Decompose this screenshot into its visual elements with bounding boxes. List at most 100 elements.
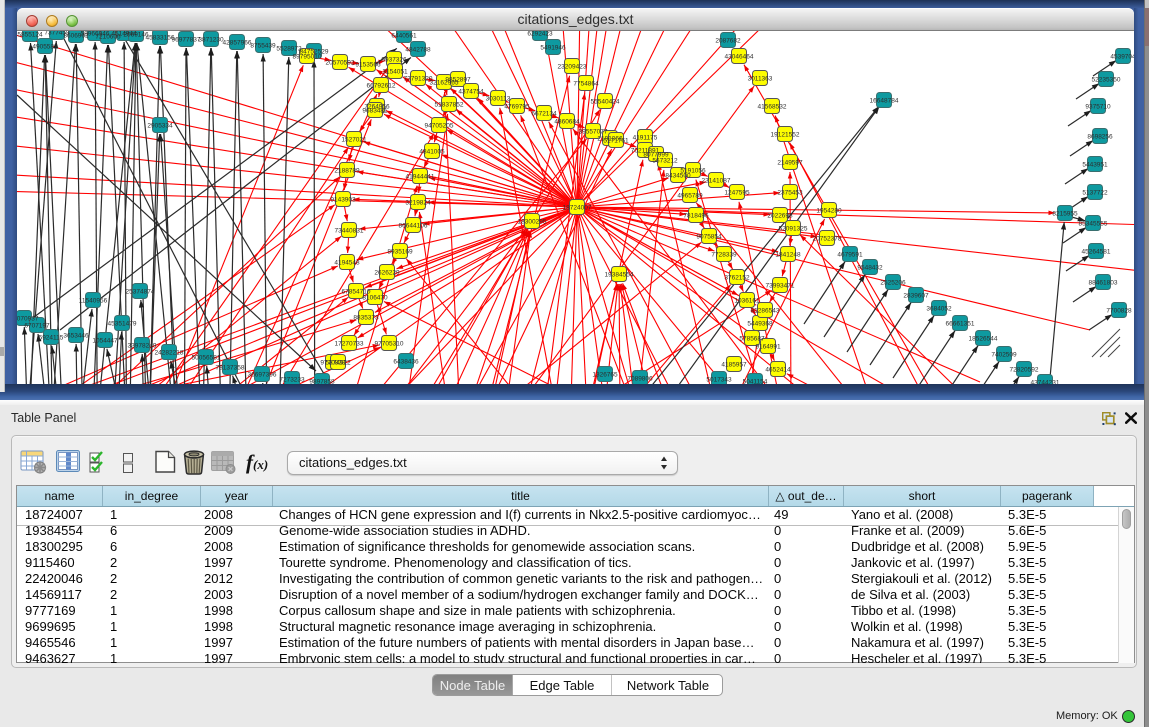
svg-text:9375710: 9375710 <box>1085 104 1111 111</box>
svg-text:41568532: 41568532 <box>758 104 787 111</box>
svg-text:9897858: 9897858 <box>309 379 335 385</box>
svg-text:5017343: 5017343 <box>706 377 732 384</box>
svg-text:4905582: 4905582 <box>32 44 58 51</box>
svg-text:43046464: 43046464 <box>725 54 754 61</box>
svg-text:42857966: 42857966 <box>223 40 252 47</box>
svg-text:5374922: 5374922 <box>325 360 351 367</box>
svg-text:2188789: 2188789 <box>334 168 360 175</box>
svg-text:7273233: 7273233 <box>279 377 305 384</box>
svg-text:4842788: 4842788 <box>405 47 431 54</box>
svg-text:20752378: 20752378 <box>813 236 842 243</box>
svg-text:45833156: 45833156 <box>146 35 175 42</box>
svg-text:82070937: 82070937 <box>17 316 39 323</box>
svg-text:3871230: 3871230 <box>198 37 224 44</box>
svg-text:18300295: 18300295 <box>518 219 547 226</box>
svg-text:45351479: 45351479 <box>108 321 137 328</box>
svg-text:9164991: 9164991 <box>755 344 781 351</box>
svg-text:7700828: 7700828 <box>1106 308 1132 315</box>
svg-text:23141087: 23141087 <box>702 178 731 185</box>
svg-text:9683481: 9683481 <box>362 108 388 115</box>
svg-text:7818496: 7818496 <box>683 213 709 220</box>
svg-text:4769795: 4769795 <box>504 104 530 111</box>
svg-text:78137358: 78137358 <box>216 365 245 372</box>
svg-text:5785687: 5785687 <box>739 336 765 343</box>
svg-text:1527021: 1527021 <box>341 137 367 144</box>
svg-text:33978249: 33978249 <box>128 343 157 350</box>
svg-text:4539704: 4539704 <box>1110 54 1134 61</box>
svg-text:5041154: 5041154 <box>743 379 768 385</box>
svg-text:72820592: 72820592 <box>1010 367 1039 374</box>
svg-text:4841005: 4841005 <box>419 149 445 156</box>
svg-text:6707197: 6707197 <box>24 323 50 330</box>
svg-text:25374874: 25374874 <box>126 289 155 296</box>
svg-text:5449368: 5449368 <box>747 321 773 328</box>
svg-text:51837852: 51837852 <box>435 102 464 109</box>
svg-text:4374754: 4374754 <box>458 89 484 96</box>
svg-text:7754864: 7754864 <box>573 81 599 88</box>
svg-text:3030113: 3030113 <box>486 96 511 103</box>
svg-text:6438436: 6438436 <box>393 359 419 366</box>
svg-text:18724007: 18724007 <box>563 205 592 212</box>
svg-text:18526544: 18526544 <box>969 336 998 343</box>
svg-text:5491946: 5491946 <box>540 45 566 52</box>
svg-text:43744231: 43744231 <box>1031 380 1060 385</box>
svg-text:5673212: 5673212 <box>652 158 678 165</box>
svg-text:9937326: 9937326 <box>381 57 407 64</box>
svg-text:88461803: 88461803 <box>1089 280 1118 287</box>
svg-text:4191175: 4191175 <box>633 135 658 142</box>
svg-text:89795010: 89795010 <box>293 54 322 61</box>
svg-text:36697396: 36697396 <box>248 372 277 379</box>
svg-text:3653446: 3653446 <box>63 333 89 340</box>
svg-text:1954280: 1954280 <box>816 208 842 215</box>
svg-text:9852897: 9852897 <box>445 77 471 84</box>
svg-text:2375453: 2375453 <box>777 190 803 197</box>
svg-text:2087682: 2087682 <box>715 38 741 45</box>
svg-text:3762152: 3762152 <box>724 275 750 282</box>
svg-text:5528972: 5528972 <box>276 46 302 53</box>
svg-text:3011363: 3011363 <box>748 76 773 83</box>
svg-text:8935169: 8935169 <box>387 249 413 256</box>
svg-text:97705310: 97705310 <box>375 341 404 348</box>
svg-text:20570592: 20570592 <box>326 60 355 67</box>
svg-text:3219824: 3219824 <box>405 200 431 207</box>
svg-text:1247595: 1247595 <box>724 190 750 197</box>
svg-text:66661351: 66661351 <box>946 321 975 328</box>
svg-text:5855124: 5855124 <box>17 32 43 39</box>
svg-text:9075854: 9075854 <box>696 234 722 241</box>
svg-text:3154051: 3154051 <box>382 69 408 76</box>
svg-text:4194548: 4194548 <box>334 260 360 267</box>
svg-text:2626229: 2626229 <box>374 270 400 277</box>
svg-text:2149597: 2149597 <box>777 160 803 167</box>
svg-text:8698256: 8698256 <box>1087 134 1113 141</box>
svg-text:45264581: 45264581 <box>1082 249 1111 256</box>
svg-text:9548432: 9548432 <box>857 265 883 272</box>
svg-text:16648784: 16648784 <box>870 98 899 105</box>
svg-text:3684052: 3684052 <box>926 306 952 313</box>
svg-text:2022698: 2022698 <box>767 213 793 220</box>
svg-text:52235350: 52235350 <box>1092 77 1121 84</box>
svg-text:85345555: 85345555 <box>1079 221 1108 228</box>
svg-text:4965789: 4965789 <box>677 193 703 200</box>
svg-text:19121552: 19121552 <box>771 132 800 139</box>
svg-text:2525206: 2525206 <box>880 280 906 287</box>
svg-text:2905334: 2905334 <box>147 123 173 130</box>
svg-text:24282218: 24282218 <box>155 350 184 357</box>
svg-text:7089806: 7089806 <box>627 376 653 383</box>
svg-text:50056581: 50056581 <box>192 355 221 362</box>
svg-text:5171761: 5171761 <box>603 138 629 145</box>
svg-text:6292423: 6292423 <box>527 31 553 38</box>
svg-text:4679591: 4679591 <box>837 252 863 259</box>
svg-text:66792612: 66792612 <box>367 83 396 90</box>
svg-text:5443951: 5443951 <box>1082 162 1108 169</box>
svg-text:4185957: 4185957 <box>721 362 747 369</box>
svg-text:8106470: 8106470 <box>362 295 388 302</box>
svg-text:8835373: 8835373 <box>353 315 379 322</box>
svg-text:96977837: 96977837 <box>172 37 201 44</box>
svg-text:39557077: 39557077 <box>579 129 608 136</box>
svg-text:1841248: 1841248 <box>775 252 801 259</box>
svg-text:17270733: 17270733 <box>335 341 364 348</box>
svg-text:7402509: 7402509 <box>991 352 1017 359</box>
svg-text:1326765: 1326765 <box>592 372 618 379</box>
svg-text:19384554: 19384554 <box>605 272 634 279</box>
svg-text:94705205: 94705205 <box>425 123 454 130</box>
